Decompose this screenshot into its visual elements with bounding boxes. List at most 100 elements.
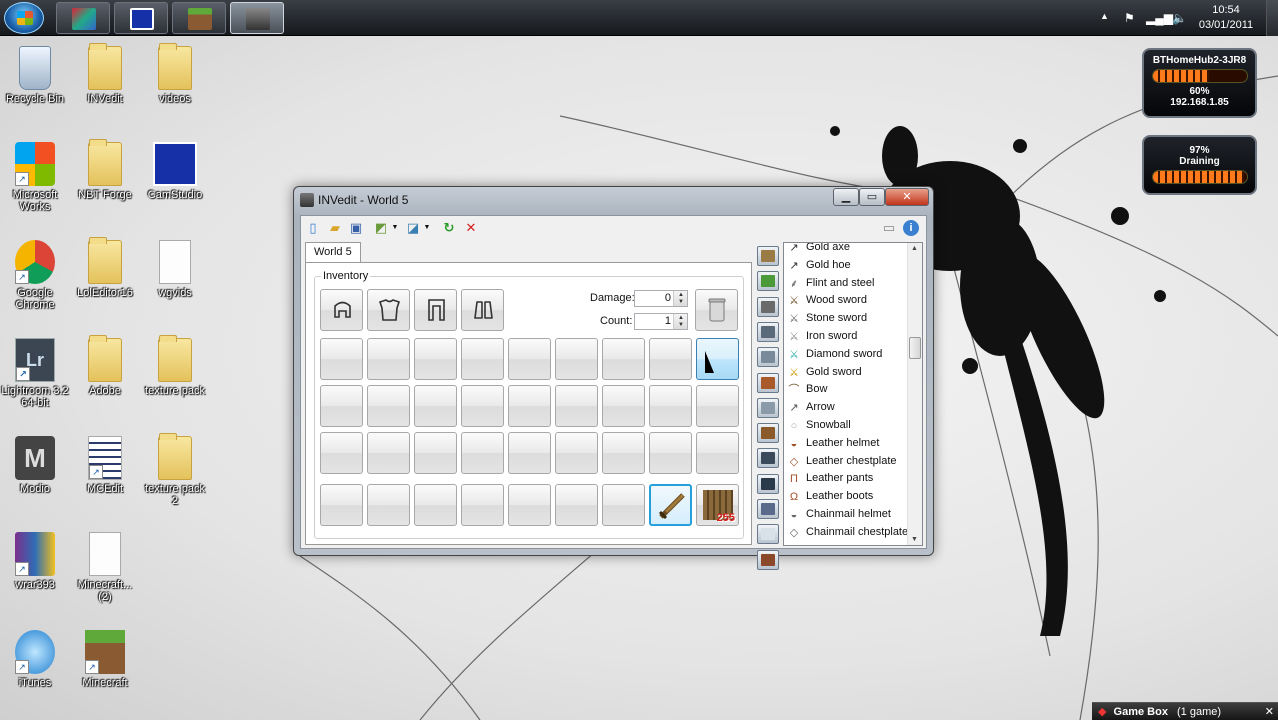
category-info-button[interactable] <box>757 524 779 545</box>
spin-arrows-icon[interactable]: ▲ ▼ <box>678 292 684 306</box>
taskbar-button-minecraft[interactable] <box>172 2 226 34</box>
inventory-slot[interactable] <box>367 385 410 427</box>
inventory-slot[interactable] <box>367 338 410 380</box>
armor-slot-helmet[interactable] <box>320 289 363 331</box>
spin-arrows-icon[interactable]: ▲ ▼ <box>678 315 684 329</box>
inventory-slot[interactable] <box>696 385 739 427</box>
list-item[interactable]: ◒ Chainmail helmet <box>786 506 908 524</box>
category-weapons-button[interactable] <box>757 321 779 342</box>
start-button[interactable] <box>4 2 44 34</box>
hotbar-slot[interactable] <box>320 484 363 526</box>
scroll-up-arrow-icon[interactable]: ▲ <box>911 245 918 252</box>
info-icon[interactable]: i <box>903 220 919 236</box>
count-input[interactable]: 1 ▲ ▼ <box>634 313 688 330</box>
armor-slot-boots[interactable] <box>461 289 504 331</box>
inventory-slot[interactable] <box>508 385 551 427</box>
list-item[interactable]: Ω Leather boots <box>786 488 908 506</box>
list-item[interactable]: ⸙ Flint and steel <box>786 275 908 293</box>
open-folder-icon[interactable]: ▰ <box>327 220 343 236</box>
clock-date[interactable]: 03/01/2011 <box>1196 19 1256 31</box>
game-box-bar[interactable]: ◆ Game Box (1 game) ✕ <box>1092 702 1278 720</box>
inventory-slot[interactable] <box>649 432 692 474</box>
dropdown-chevron-icon[interactable]: ▼ <box>387 220 403 236</box>
hotbar-slot[interactable] <box>649 484 692 526</box>
desktop-icon-wrar[interactable]: wrar393 <box>1 532 69 591</box>
inventory-slot[interactable] <box>602 385 645 427</box>
list-item[interactable]: ↗ Gold axe <box>786 243 908 257</box>
category-paintings-button[interactable] <box>757 549 779 570</box>
damage-input[interactable]: 0 ▲ ▼ <box>634 290 688 307</box>
list-item[interactable]: Π Leather pants <box>786 470 908 488</box>
trash-slot[interactable] <box>695 289 738 331</box>
list-item[interactable]: ◒ Leather helmet <box>786 435 908 453</box>
desktop-icon-texture-pack[interactable]: texture pack <box>141 335 209 397</box>
reload-icon[interactable]: ↻ <box>441 220 457 236</box>
desktop-icon-itunes[interactable]: iTunes <box>1 630 69 689</box>
save-disk-icon[interactable]: ▣ <box>348 220 364 236</box>
volume-speaker-icon[interactable]: 🔈 <box>1172 11 1187 25</box>
list-item[interactable]: ⚔ Stone sword <box>786 310 908 328</box>
wifi-gadget[interactable]: BTHomeHub2-3JR8 60% 192.168.1.85 <box>1142 48 1257 118</box>
inventory-slot[interactable] <box>367 432 410 474</box>
taskbar-button-pc-tools[interactable] <box>56 2 110 34</box>
hotbar-slot[interactable] <box>602 484 645 526</box>
inventory-slot[interactable] <box>696 432 739 474</box>
desktop-icon-modio[interactable]: M Modio <box>1 436 69 495</box>
scroll-down-arrow-icon[interactable]: ▼ <box>911 536 918 543</box>
list-item[interactable]: ⚔ Wood sword <box>786 292 908 310</box>
inventory-slot[interactable] <box>320 432 363 474</box>
list-item[interactable]: ◇ Leather chestplate <box>786 453 908 471</box>
tab-world-5[interactable]: World 5 <box>305 242 361 263</box>
inventory-slot[interactable] <box>461 338 504 380</box>
desktop-icon-recycle-bin[interactable]: Recycle Bin <box>1 46 69 105</box>
inventory-slot[interactable] <box>696 338 739 380</box>
inventory-slot[interactable] <box>320 338 363 380</box>
desktop-icon-lightroom[interactable]: Lr Lightroom 3.2 64-bit <box>1 338 69 409</box>
taskbar-button-camstudio[interactable] <box>114 2 168 34</box>
inventory-slot[interactable] <box>649 338 692 380</box>
desktop-icon-loleditor[interactable]: LolEditor16 <box>71 237 139 299</box>
inventory-slot[interactable] <box>508 338 551 380</box>
show-desktop-button[interactable] <box>1266 0 1278 36</box>
desktop-icon-camstudio[interactable]: CamStudio <box>141 142 209 201</box>
inventory-slot[interactable] <box>461 432 504 474</box>
category-food-button[interactable] <box>757 372 779 393</box>
category-chest-button[interactable] <box>757 473 779 494</box>
hotbar-slot[interactable] <box>508 484 551 526</box>
armor-slot-chestplate[interactable] <box>367 289 410 331</box>
list-item[interactable]: ↗ Arrow <box>786 399 908 417</box>
inventory-slot[interactable] <box>414 338 457 380</box>
battery-gadget[interactable]: 97% Draining <box>1142 135 1257 195</box>
window-mode-icon[interactable]: ▭ <box>881 220 897 236</box>
list-item[interactable]: ○ Snowball <box>786 417 908 435</box>
desktop-icon-minecraft[interactable]: Minecraft <box>71 630 139 689</box>
dropdown-chevron-icon[interactable]: ▼ <box>419 220 435 236</box>
new-file-icon[interactable]: ▯ <box>305 220 321 236</box>
hotbar-slot[interactable] <box>555 484 598 526</box>
hotbar-slot[interactable] <box>461 484 504 526</box>
category-mob-button[interactable] <box>757 499 779 519</box>
desktop-icon-microsoft-works[interactable]: Microsoft Works <box>1 142 69 213</box>
category-ores-button[interactable] <box>757 423 779 444</box>
close-button[interactable]: ✕ <box>885 188 929 206</box>
item-list[interactable]: ↗ Gold axe ↗ Gold hoe ⸙ Flint and steel ⚔ Wood … <box>783 242 923 546</box>
inventory-slot[interactable] <box>414 385 457 427</box>
action-center-flag-icon[interactable]: ⚑ <box>1124 11 1135 25</box>
inventory-slot[interactable] <box>649 385 692 427</box>
game-box-close-icon[interactable]: ✕ <box>1265 703 1274 720</box>
inventory-slot[interactable] <box>602 432 645 474</box>
hotbar-slot[interactable]: 255 <box>696 484 739 526</box>
inventory-slot[interactable] <box>508 432 551 474</box>
category-tools-button[interactable] <box>757 296 779 317</box>
desktop-icon-texture-pack-2[interactable]: texture pack 2 <box>141 433 209 507</box>
desktop-icon-invedit-folder[interactable]: INVedit <box>71 43 139 105</box>
armor-slot-leggings[interactable] <box>414 289 457 331</box>
list-item[interactable]: ⚔ Gold sword <box>786 364 908 382</box>
inventory-slot[interactable] <box>555 338 598 380</box>
item-list-scrollbar[interactable]: ▲ ▼ <box>907 243 922 545</box>
taskbar-button-invedit[interactable] <box>230 2 284 34</box>
minimize-button[interactable]: ▁ <box>833 188 859 206</box>
desktop-icon-videos[interactable]: videos <box>141 43 209 105</box>
desktop-icon-mcedit[interactable]: MCEdit <box>71 436 139 495</box>
scroll-thumb[interactable] <box>909 337 921 359</box>
